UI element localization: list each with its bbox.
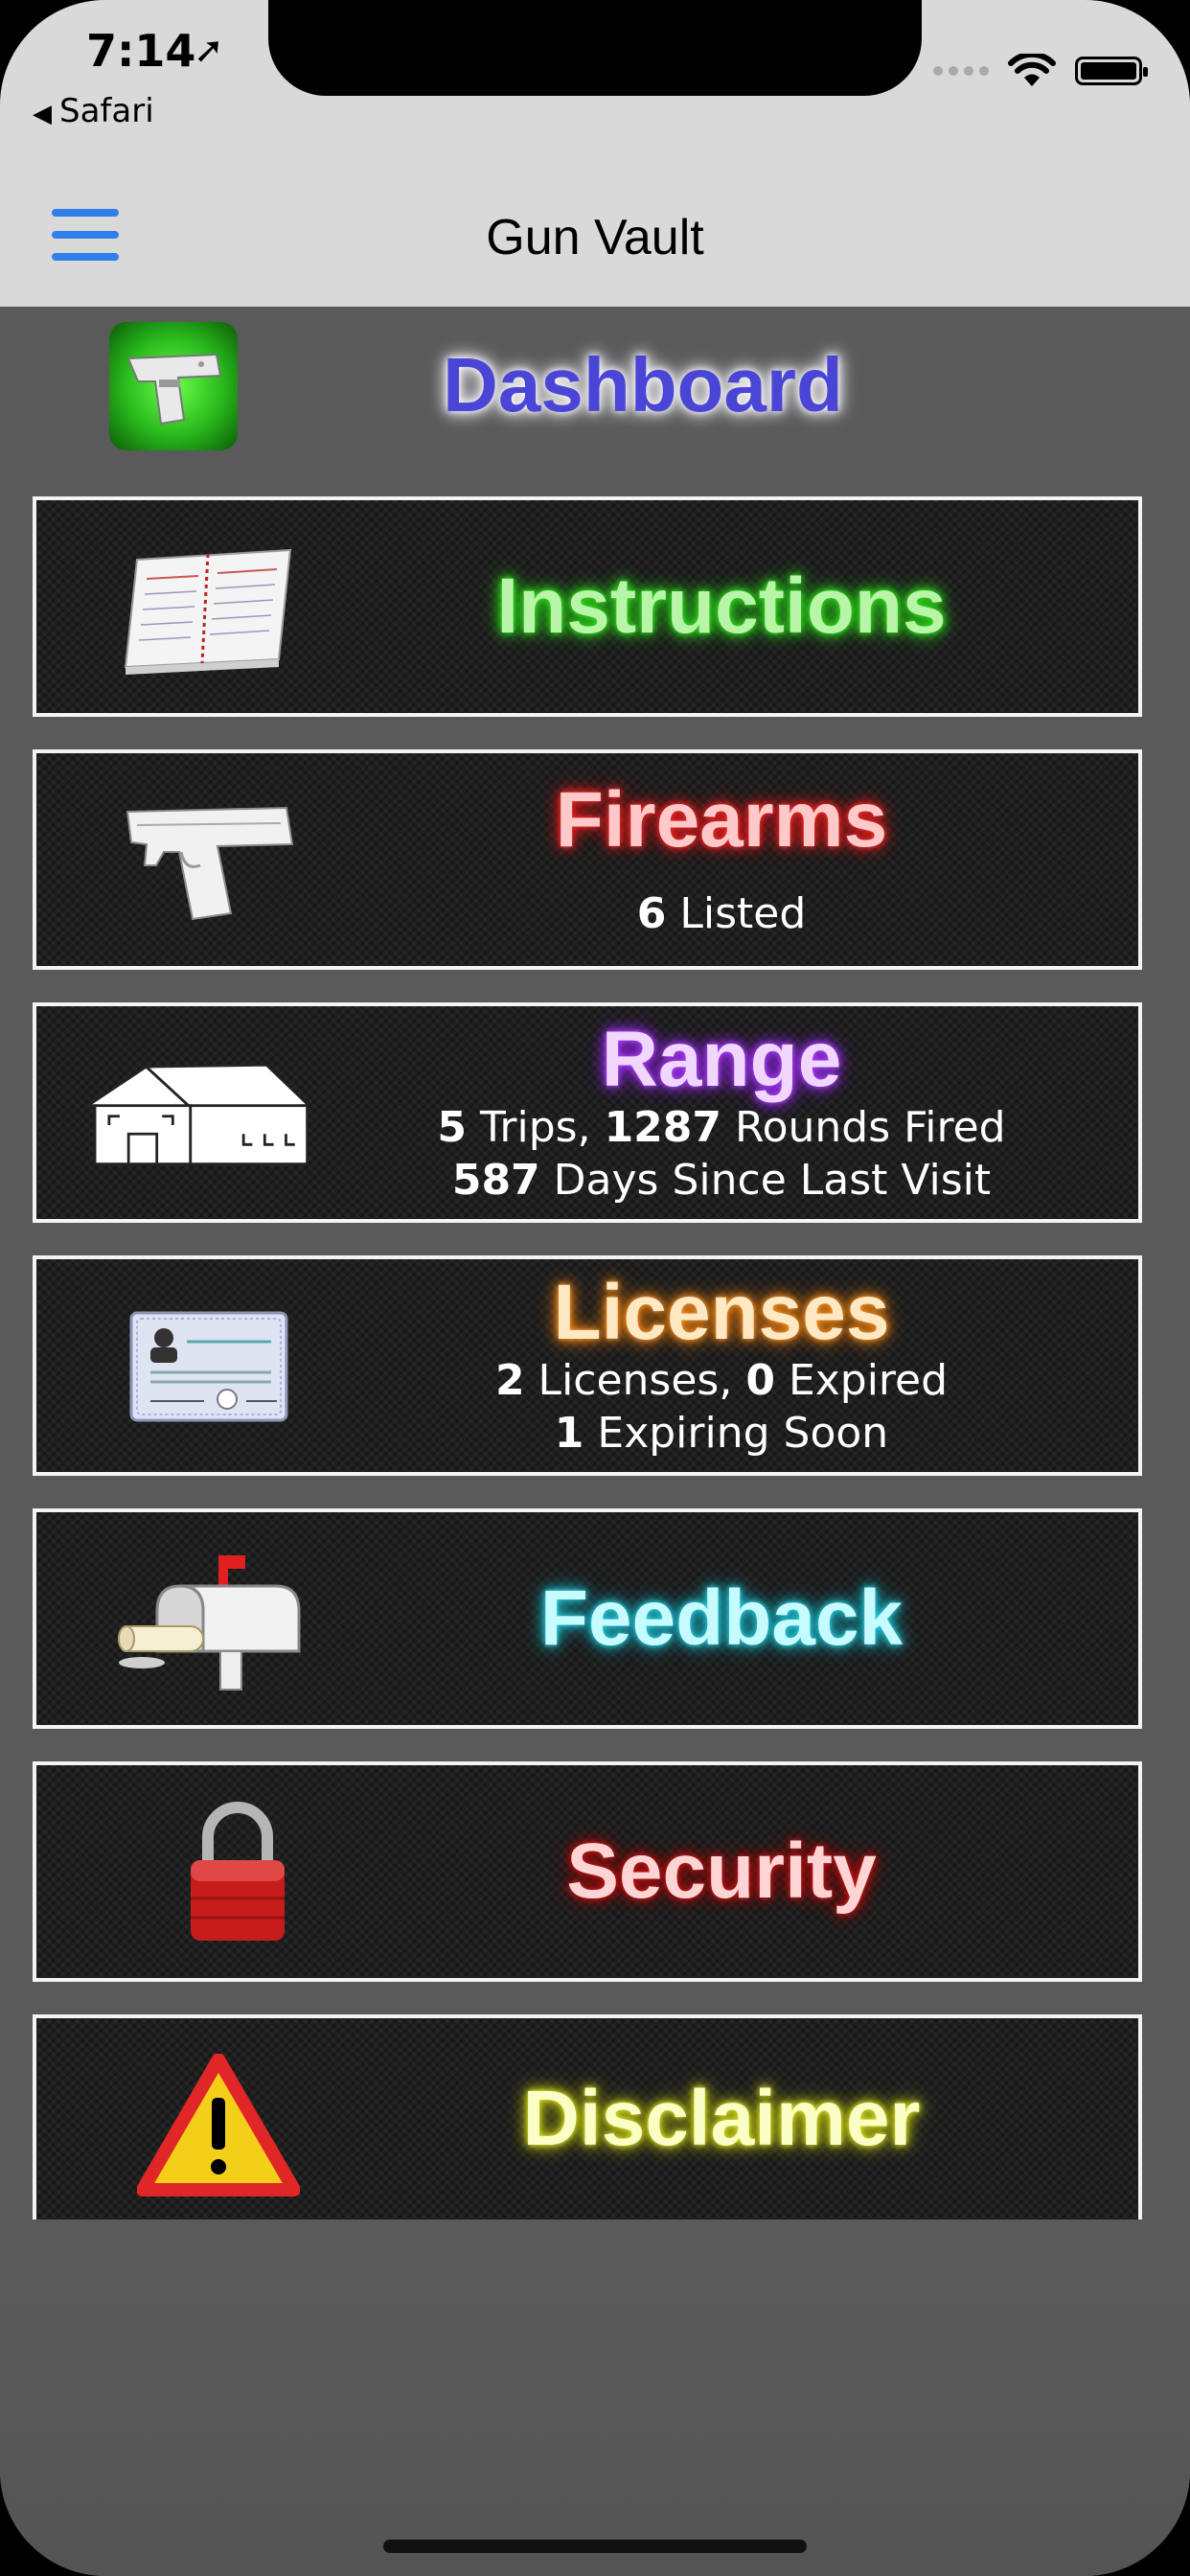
range-trips-label: Trips, <box>467 1103 605 1153</box>
license-card-icon <box>94 1280 324 1453</box>
menu-item-licenses[interactable]: Licenses 2 Licenses, 0 Expired 1 Expirin… <box>33 1255 1142 1476</box>
status-indicators <box>933 51 1148 90</box>
back-to-app-link[interactable]: ◀ Safari <box>33 92 154 130</box>
range-days-value: 587 <box>451 1156 540 1206</box>
range-days-line: 587 Days Since Last Visit <box>452 1154 991 1207</box>
firearms-count-value: 6 <box>636 888 667 938</box>
page-title: Dashboard <box>443 342 843 427</box>
licenses-expired-value: 0 <box>745 1356 775 1406</box>
signal-dots-icon <box>933 66 989 76</box>
menu-item-text: Firearms 6 Listed <box>324 753 1119 966</box>
licenses-expiring-label: Expiring Soon <box>584 1409 889 1459</box>
menu-item-range[interactable]: Range 5 Trips, 1287 Rounds Fired 587 Day… <box>33 1002 1142 1223</box>
mailbox-icon <box>94 1533 324 1706</box>
licenses-count-label: Licenses, <box>524 1356 746 1406</box>
menu-item-disclaimer[interactable]: Disclaimer <box>33 2014 1142 2220</box>
menu-item-security[interactable]: Security <box>33 1761 1142 1982</box>
status-time: 7:14 <box>86 25 196 77</box>
menu-item-text: Security <box>324 1765 1119 1978</box>
app-screen: 7:14 ➚ ◀ Safari Gun Vault Dashboard Inst… <box>0 0 1190 2576</box>
location-arrow-icon: ➚ <box>194 29 224 71</box>
menu-item-instructions[interactable]: Instructions <box>33 496 1142 717</box>
range-trips-value: 5 <box>437 1103 468 1153</box>
menu-item-text: Feedback <box>324 1512 1119 1725</box>
nav-title: Gun Vault <box>486 210 704 265</box>
menu-item-feedback[interactable]: Feedback <box>33 1508 1142 1729</box>
menu-item-text: Licenses 2 Licenses, 0 Expired 1 Expirin… <box>324 1259 1119 1472</box>
notebook-icon <box>94 521 324 694</box>
menu-item-title: Licenses <box>553 1268 890 1356</box>
firearms-count-label: Listed <box>666 888 807 938</box>
menu-item-title: Firearms <box>555 776 888 864</box>
range-rounds-value: 1287 <box>604 1103 722 1153</box>
menu-item-title: Instructions <box>496 562 947 650</box>
firearms-count: 6 Listed <box>637 887 807 940</box>
back-app-label: Safari <box>59 92 154 130</box>
padlock-icon <box>123 1786 353 1959</box>
empty-background <box>0 2220 1190 2576</box>
licenses-count-value: 2 <box>494 1356 525 1406</box>
battery-icon <box>1075 57 1148 85</box>
home-indicator[interactable] <box>383 2540 807 2553</box>
range-rounds-label: Rounds Fired <box>721 1103 1006 1153</box>
licenses-expiring-line: 1 Expiring Soon <box>555 1407 888 1460</box>
licenses-count-line: 2 Licenses, 0 Expired <box>495 1354 948 1407</box>
menu-item-title: Feedback <box>539 1574 904 1662</box>
wifi-icon <box>1008 51 1056 88</box>
back-triangle-icon: ◀ <box>33 100 52 128</box>
menu-item-text: Range 5 Trips, 1287 Rounds Fired 587 Day… <box>324 1006 1119 1219</box>
range-days-label: Days Since Last Visit <box>539 1156 992 1206</box>
pistol-icon <box>109 322 238 450</box>
handgun-icon <box>94 774 324 947</box>
device-notch <box>268 0 922 96</box>
menu-item-title: Disclaimer <box>522 2074 921 2162</box>
menu-item-title: Security <box>566 1827 877 1915</box>
status-and-nav-bar: 7:14 ➚ ◀ Safari Gun Vault <box>0 0 1190 307</box>
licenses-expired-label: Expired <box>774 1356 949 1406</box>
licenses-expiring-value: 1 <box>554 1409 584 1459</box>
menu-item-text: Instructions <box>324 500 1119 713</box>
range-trips-line: 5 Trips, 1287 Rounds Fired <box>437 1101 1005 1154</box>
menu-item-title: Range <box>601 1015 842 1103</box>
menu-item-text: Disclaimer <box>324 2018 1119 2220</box>
warning-triangle-icon <box>103 2039 333 2212</box>
menu-item-firearms[interactable]: Firearms 6 Listed <box>33 749 1142 970</box>
range-building-icon <box>84 1027 314 1200</box>
